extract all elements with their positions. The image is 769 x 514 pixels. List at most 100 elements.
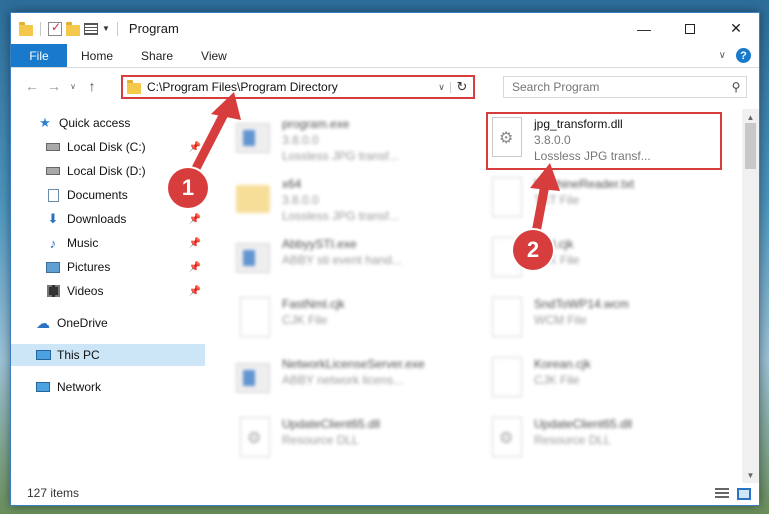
file-name: program.exe <box>282 117 350 131</box>
properties-icon[interactable] <box>84 22 98 35</box>
nav-local-disk-c[interactable]: Local Disk (C:) 📌 <box>11 136 205 158</box>
nav-label: Videos <box>67 284 104 298</box>
nav-onedrive[interactable]: ☁ OneDrive <box>11 312 205 334</box>
address-dropdown-icon[interactable]: ∨ <box>433 81 451 93</box>
step-1-badge: 1 <box>168 168 208 208</box>
application-icon <box>236 123 270 153</box>
up-button[interactable]: ↑ <box>81 78 103 94</box>
nav-label: Documents <box>67 188 128 202</box>
search-input[interactable] <box>512 80 726 94</box>
file-description: ABBY network licens... <box>282 373 404 387</box>
file-tile[interactable]: Korean.cjk CJK File <box>488 353 718 407</box>
pin-icon: 📌 <box>188 237 201 249</box>
file-version: 3.8.0.0 <box>282 133 319 147</box>
navigation-pane: ★ Quick access Local Disk (C:) 📌 Local D… <box>11 109 205 469</box>
file-name: Korean.cjk <box>534 357 591 371</box>
nav-videos[interactable]: Videos 📌 <box>11 280 205 302</box>
tab-home[interactable]: Home <box>67 44 127 67</box>
document-icon <box>45 188 61 202</box>
new-folder-icon[interactable] <box>66 21 80 36</box>
computer-icon <box>35 348 51 362</box>
file-name: FastNml.cjk <box>282 297 345 311</box>
customize-dropdown-icon[interactable]: ▼ <box>102 24 110 33</box>
vertical-scrollbar[interactable]: ▲ ▼ <box>742 109 759 483</box>
file-name: AbbyySTI.exe <box>282 237 357 251</box>
file-type: WCM File <box>534 313 587 327</box>
maximize-button[interactable] <box>667 13 713 44</box>
search-box[interactable]: ⚲ <box>503 76 747 98</box>
file-tile[interactable]: program.exe 3.8.0.0 Lossless JPG transf.… <box>236 113 466 167</box>
address-path[interactable]: C:\Program Files\Program Directory <box>147 80 433 94</box>
tab-view[interactable]: View <box>187 44 241 67</box>
nav-quick-access[interactable]: ★ Quick access <box>11 112 205 134</box>
file-name: NetworkLicenseServer.exe <box>282 357 425 371</box>
nav-label: Network <box>57 380 102 394</box>
file-tile[interactable]: AbbyySTI.exe ABBY sti event hand... <box>236 233 466 287</box>
file-name: x64 <box>282 177 302 191</box>
checkmark-icon[interactable] <box>48 20 62 36</box>
nav-label: Music <box>67 236 99 250</box>
file-icon <box>240 297 270 337</box>
address-bar[interactable]: C:\Program Files\Program Directory ∨ ↻ <box>121 75 475 99</box>
maximize-icon <box>685 23 695 34</box>
forward-button[interactable]: → <box>43 78 65 94</box>
drive-icon <box>45 140 61 154</box>
tab-share[interactable]: Share <box>127 44 187 67</box>
file-tile[interactable]: FastNml.cjk CJK File <box>236 293 466 347</box>
file-tile[interactable]: UpdateClient65.dll Resource DLL <box>236 413 466 467</box>
pin-icon: 📌 <box>188 213 201 225</box>
back-button[interactable]: ← <box>21 78 43 94</box>
details-view-icon[interactable] <box>715 488 729 500</box>
application-icon <box>236 243 270 273</box>
network-icon <box>35 380 51 394</box>
file-tile[interactable]: MachineReader.txt TXT File <box>488 173 718 227</box>
file-type: TXT File <box>534 193 580 207</box>
download-arrow-icon: ⬇ <box>47 211 59 226</box>
recent-locations-button[interactable]: ∨ <box>65 82 81 91</box>
dll-file-icon <box>240 417 270 457</box>
file-name: UpdateClient65.dll <box>534 417 633 431</box>
address-row: ← → ∨ ↑ C:\Program Files\Program Directo… <box>11 71 759 101</box>
item-count: 127 items <box>27 486 80 500</box>
scroll-thumb[interactable] <box>745 123 756 169</box>
nav-label: Quick access <box>59 116 131 130</box>
file-tile[interactable]: x64 3.8.0.0 Lossless JPG transf... <box>236 173 466 227</box>
nav-music[interactable]: ♪ Music 📌 <box>11 232 205 254</box>
nav-network[interactable]: Network <box>11 376 205 398</box>
file-tile[interactable]: SndToWP14.wcm WCM File <box>488 293 718 347</box>
file-tile[interactable]: UpdateClient65.dll Resource DLL <box>488 413 718 467</box>
expand-ribbon-icon[interactable]: ∨ <box>719 50 726 61</box>
minimize-button[interactable]: — <box>621 13 667 44</box>
nav-downloads[interactable]: ⬇ Downloads 📌 <box>11 208 205 230</box>
file-tile[interactable]: NetworkLicenseServer.exe ABBY network li… <box>236 353 466 407</box>
file-description: Lossless JPG transf... <box>282 209 399 223</box>
folder-icon <box>19 21 33 36</box>
star-icon: ★ <box>39 115 51 130</box>
folder-icon <box>236 185 270 213</box>
step-2-badge: 2 <box>513 230 553 270</box>
close-button[interactable]: ✕ <box>713 13 759 44</box>
nav-this-pc[interactable]: This PC <box>11 344 205 366</box>
large-icons-view-icon[interactable] <box>737 488 751 500</box>
title-bar: ▼ Program — ✕ <box>11 13 759 44</box>
search-icon[interactable]: ⚲ <box>726 80 746 94</box>
dll-file-icon <box>492 417 522 457</box>
nav-label: OneDrive <box>57 316 108 330</box>
file-type: Resource DLL <box>534 433 611 447</box>
tab-file[interactable]: File <box>11 44 67 67</box>
ribbon-tabs: File Home Share View ∨ ? <box>11 44 759 68</box>
nav-pictures[interactable]: Pictures 📌 <box>11 256 205 278</box>
pictures-icon <box>45 260 61 274</box>
refresh-button[interactable]: ↻ <box>451 79 473 95</box>
window-title: Program <box>128 21 179 36</box>
film-icon <box>45 284 61 298</box>
drive-icon <box>45 164 61 178</box>
file-list: program.exe 3.8.0.0 Lossless JPG transf.… <box>216 109 738 469</box>
pin-icon: 📌 <box>188 285 201 297</box>
divider <box>116 21 118 36</box>
music-note-icon: ♪ <box>49 235 57 251</box>
help-icon[interactable]: ? <box>736 48 751 63</box>
cloud-icon: ☁ <box>36 314 50 331</box>
highlight-box <box>486 112 722 170</box>
file-type: CJK File <box>534 373 580 387</box>
